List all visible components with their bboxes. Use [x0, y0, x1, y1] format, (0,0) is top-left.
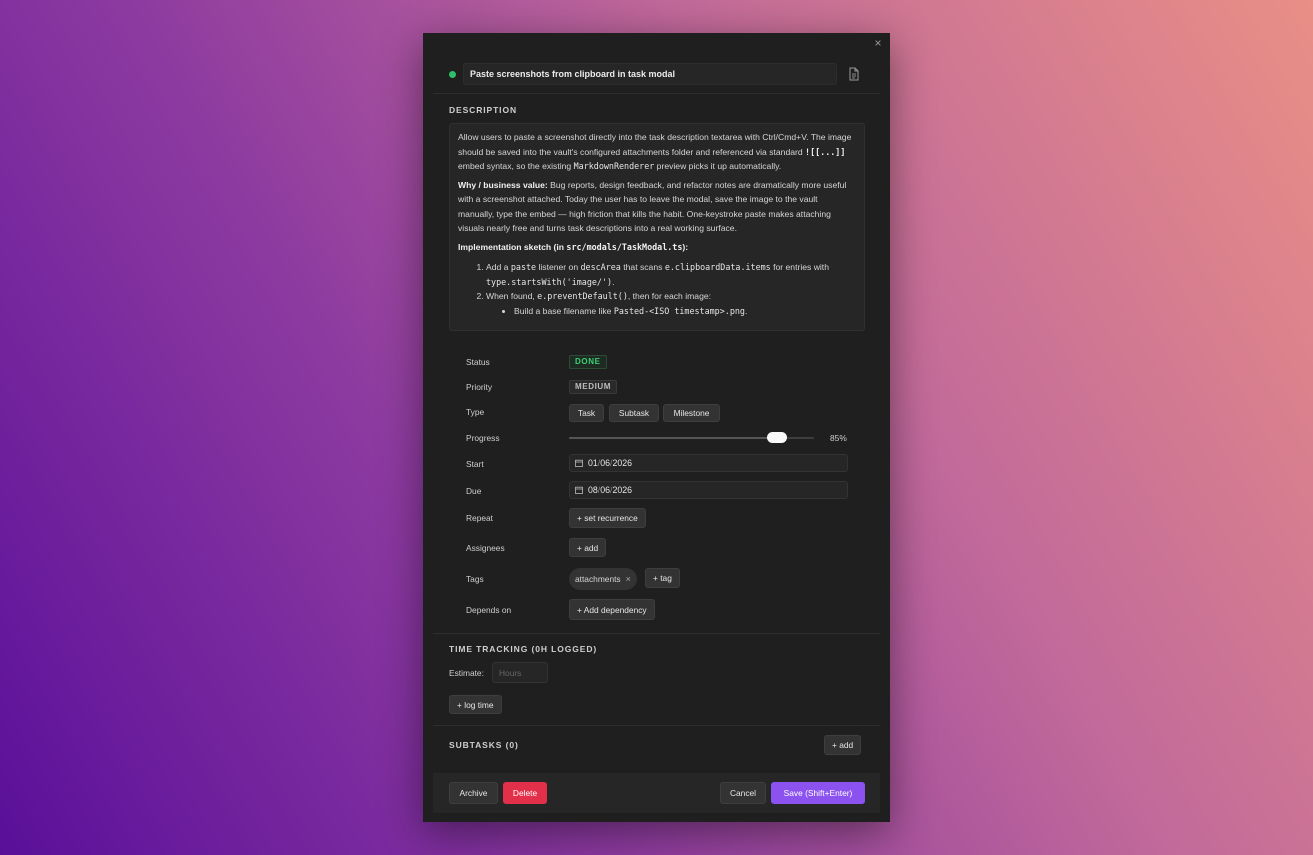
progress-value: 85% — [830, 433, 847, 443]
type-task-button[interactable]: Task — [569, 404, 604, 422]
status-label: Status — [466, 357, 490, 367]
sub-list: Build a base filename like Pasted-<ISO t… — [514, 304, 856, 319]
due-year[interactable]: 2026 — [613, 485, 633, 495]
description-heading: DESCRIPTION — [449, 105, 517, 115]
type-label: Type — [466, 407, 485, 417]
estimate-label: Estimate: — [449, 668, 484, 678]
log-time-button[interactable]: + log time — [449, 695, 502, 714]
description-paragraph: Implementation sketch (in src/modals/Tas… — [458, 241, 689, 252]
repeat-label: Repeat — [466, 513, 494, 523]
list-item: Add a paste listener on descArea that sc… — [486, 260, 856, 289]
estimate-input[interactable] — [492, 662, 548, 683]
tag-label: attachments — [575, 574, 621, 584]
start-month[interactable]: 06 — [600, 458, 610, 468]
start-year[interactable]: 2026 — [613, 458, 633, 468]
document-icon[interactable] — [848, 67, 860, 81]
progress-label: Progress — [466, 433, 500, 443]
due-month[interactable]: 06 — [600, 485, 610, 495]
start-date-field[interactable]: 01/06/2026 — [569, 454, 848, 472]
add-tag-button[interactable]: + tag — [645, 568, 680, 588]
calendar-icon — [575, 459, 583, 467]
cancel-button[interactable]: Cancel — [720, 782, 766, 804]
add-assignee-button[interactable]: + add — [569, 538, 607, 557]
title-row: Paste screenshots from clipboard in task… — [449, 63, 864, 85]
due-label: Due — [466, 486, 482, 496]
list-item: Build a base filename like Pasted-<ISO t… — [514, 304, 856, 319]
close-icon[interactable]: × — [872, 37, 884, 49]
divider — [433, 633, 880, 634]
status-dot-icon — [449, 70, 456, 78]
description-paragraph: Why / business value: Bug reports, desig… — [458, 179, 847, 234]
status-badge[interactable]: DONE — [569, 355, 607, 369]
start-day[interactable]: 01 — [588, 458, 598, 468]
add-subtask-button[interactable]: + add — [824, 735, 862, 755]
set-recurrence-button[interactable]: + set recurrence — [569, 508, 646, 528]
calendar-icon — [575, 486, 583, 494]
subtasks-heading: SUBTASKS (0) — [449, 740, 519, 750]
tags-label: Tags — [466, 574, 484, 584]
archive-button[interactable]: Archive — [449, 782, 498, 804]
due-date-field[interactable]: 08/06/2026 — [569, 481, 848, 499]
list-item: When found, e.preventDefault(), then for… — [486, 289, 856, 318]
priority-label: Priority — [466, 382, 493, 392]
depends-on-label: Depends on — [466, 605, 512, 615]
type-subtask-button[interactable]: Subtask — [609, 404, 659, 422]
due-day[interactable]: 08 — [588, 485, 598, 495]
save-button[interactable]: Save (Shift+Enter) — [771, 782, 865, 804]
description-list: Add a paste listener on descArea that sc… — [486, 260, 856, 318]
time-tracking-heading: TIME TRACKING (0H LOGGED) — [449, 644, 598, 654]
slider-thumb[interactable] — [767, 432, 788, 443]
delete-button[interactable]: Delete — [503, 782, 547, 804]
progress-slider[interactable] — [569, 432, 814, 443]
progress-fill — [569, 437, 778, 439]
divider — [433, 93, 880, 94]
add-dependency-button[interactable]: + Add dependency — [569, 599, 655, 620]
start-label: Start — [466, 459, 484, 469]
task-modal: × Paste screenshots from clipboard in ta… — [423, 33, 890, 822]
title-input[interactable]: Paste screenshots from clipboard in task… — [463, 63, 837, 85]
description-textarea[interactable]: Allow users to paste a screenshot direct… — [449, 123, 865, 331]
description-paragraph: Allow users to paste a screenshot direct… — [458, 132, 852, 171]
remove-tag-icon[interactable]: × — [626, 574, 631, 584]
divider — [433, 725, 880, 726]
priority-badge[interactable]: MEDIUM — [569, 380, 618, 394]
tag-chip: attachments × — [569, 568, 637, 590]
assignees-label: Assignees — [466, 543, 505, 553]
type-milestone-button[interactable]: Milestone — [663, 404, 720, 422]
